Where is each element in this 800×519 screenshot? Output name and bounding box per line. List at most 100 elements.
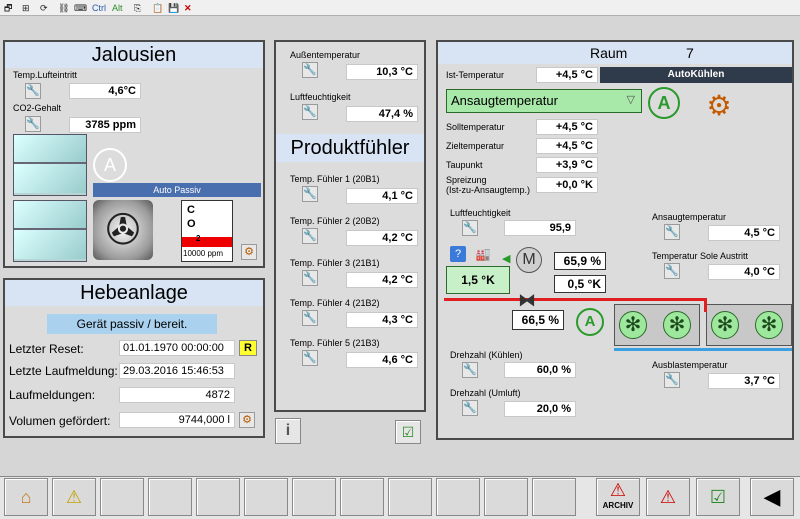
fan-icon: ✻: [711, 311, 739, 339]
back-arrow-icon[interactable]: ◀: [750, 478, 794, 516]
wrench-icon[interactable]: 🔧: [664, 263, 680, 279]
jalousien-title: Jalousien: [5, 42, 263, 68]
alarm-window-icon[interactable]: ⚠: [52, 478, 96, 516]
ist-temperatur-label: Ist-Temperatur: [446, 70, 505, 80]
close-icon[interactable]: ✕: [184, 2, 192, 14]
alt-key[interactable]: Alt: [112, 2, 123, 14]
sensor-select-value: Ansaugtemperatur: [451, 93, 558, 108]
ist-temperatur-value: +4,5 °C: [536, 67, 598, 83]
raum-panel: Raum 7 Ist-Temperatur +4,5 °C AutoKühlen…: [436, 40, 794, 440]
reset-button[interactable]: R: [239, 340, 257, 356]
co2-value: 3785 ppm: [69, 117, 141, 133]
temp-lufteintritt-value: 4,6°C: [69, 83, 141, 99]
factory-icon[interactable]: 🏭: [474, 246, 492, 262]
help-icon[interactable]: ?: [450, 246, 466, 262]
nav-slot-button[interactable]: [484, 478, 528, 516]
copy-icon[interactable]: ⎘: [134, 2, 141, 14]
window-bottom: [13, 200, 87, 262]
auto-mode-icon[interactable]: A: [648, 87, 680, 119]
wrench-icon[interactable]: 🔧: [302, 104, 318, 120]
raum-number: 7: [686, 45, 694, 61]
nav-slot-button[interactable]: [196, 478, 240, 516]
refresh-icon[interactable]: ⟳: [40, 2, 48, 14]
nav-slot-button[interactable]: [100, 478, 144, 516]
ctrl-key[interactable]: Ctrl: [92, 2, 106, 14]
auto-mode-icon[interactable]: A: [576, 308, 604, 336]
aussentemperatur-value: 10,3 °C: [346, 64, 418, 80]
volumen-value: 9744,000 l: [119, 412, 235, 428]
nav-slot-button[interactable]: [532, 478, 576, 516]
info-button[interactable]: i: [275, 418, 301, 444]
spreizung-label: Spreizung: [446, 175, 487, 185]
grid-icon[interactable]: ⊞: [22, 2, 30, 14]
nav-slot-button[interactable]: [148, 478, 192, 516]
sensor-select[interactable]: Ansaugtemperatur ▽: [446, 89, 642, 113]
paste-icon[interactable]: 📋: [152, 2, 163, 14]
laufmeldungen-value: 4872: [119, 387, 235, 403]
archive-button[interactable]: ⚠ ARCHIV: [596, 478, 640, 516]
gear-settings-icon[interactable]: ⚙: [700, 87, 738, 125]
settings-gear-icon[interactable]: ⚙: [239, 412, 255, 428]
alarm-acknowledge-icon[interactable]: ⚠: [646, 478, 690, 516]
motor-icon: M: [516, 247, 542, 273]
keyboard-icon[interactable]: ⌨: [74, 2, 87, 14]
letzte-laufmeldung-value: 29.03.2016 15:46:53: [119, 363, 235, 379]
wrench-icon[interactable]: 🔧: [302, 350, 318, 366]
zieltemperatur-label: Zieltemperatur: [446, 141, 505, 151]
save-icon[interactable]: 💾: [168, 2, 179, 14]
wrench-icon[interactable]: 🔧: [302, 186, 318, 202]
sensor-value: 4,3 °C: [346, 312, 418, 328]
wrench-icon[interactable]: 🔧: [302, 62, 318, 78]
wrench-icon[interactable]: 🔧: [462, 220, 478, 236]
drehzahl-kuehlen-label: Drehzahl (Kühlen): [450, 350, 523, 360]
valve-k2-value: 0,5 °K: [554, 275, 606, 293]
home-icon[interactable]: ⌂: [4, 478, 48, 516]
drehzahl-umluft-label: Drehzahl (Umluft): [450, 388, 521, 398]
sensor-value: 4,1 °C: [346, 188, 418, 204]
wrench-icon[interactable]: 🔧: [302, 228, 318, 244]
nav-slot-button[interactable]: [436, 478, 480, 516]
co2-label: CO2-Gehalt: [13, 103, 62, 113]
sensor-value: 4,2 °C: [346, 272, 418, 288]
nav-slot-button[interactable]: [340, 478, 384, 516]
arrow-left-icon: ◀: [502, 253, 511, 265]
wrench-icon[interactable]: 🔧: [302, 270, 318, 286]
checklist-icon[interactable]: ☑: [395, 420, 421, 444]
co2-gauge: C O 2 10000 ppm: [181, 200, 233, 262]
nav-slot-button[interactable]: [292, 478, 336, 516]
raum-header: Raum 7: [438, 42, 792, 64]
nav-slot-button[interactable]: [388, 478, 432, 516]
temp-lufteintritt-label: Temp.Lufteintritt: [13, 70, 78, 80]
top-toolbar: 🗗 ⊞ ⟳ ⛓ ⌨ Ctrl Alt ⎘ 📋 💾 ✕: [0, 0, 800, 16]
wrench-icon[interactable]: 🔧: [462, 362, 478, 378]
wrench-icon[interactable]: 🔧: [302, 310, 318, 326]
ausblastemperatur-label: Ausblastemperatur: [652, 360, 728, 370]
fan-icon: ✇: [93, 200, 153, 260]
co2-gauge-letter: O: [187, 218, 196, 230]
pipe-red: [444, 298, 704, 301]
valve-k-value: 1,5 °K: [446, 266, 510, 294]
wrench-icon[interactable]: 🔧: [664, 372, 680, 388]
sole-austritt-label: Temperatur Sole Austritt: [652, 251, 749, 261]
settings-gear-icon[interactable]: ⚙: [241, 244, 257, 260]
link-icon[interactable]: ⛓: [58, 2, 69, 14]
middle-panel: Außentemperatur 🔧 10,3 °C Luftfeuchtigke…: [274, 40, 426, 412]
archive-label: ARCHIV: [602, 501, 634, 510]
wrench-icon[interactable]: 🔧: [25, 83, 41, 99]
wrench-icon[interactable]: 🔧: [664, 224, 680, 240]
nav-slot-button[interactable]: [244, 478, 288, 516]
auto-mode-icon[interactable]: A: [93, 148, 127, 182]
checklist-icon[interactable]: ☑: [696, 478, 740, 516]
wrench-icon[interactable]: 🔧: [462, 400, 478, 416]
pipe-red-vertical: [704, 298, 707, 312]
sensor-label: Temp. Fühler 5 (21B3): [290, 338, 380, 348]
luftfeuchtigkeit-label: Luftfeuchtigkeit: [290, 92, 351, 102]
fan-group-1: ✻ ✻: [614, 304, 700, 346]
raum-title: Raum: [590, 45, 628, 61]
sensor-label: Temp. Fühler 3 (21B1): [290, 258, 380, 268]
taupunkt-value: +3,9 °C: [536, 157, 598, 173]
fan-icon: ✻: [619, 311, 647, 339]
wrench-icon[interactable]: 🔧: [25, 116, 41, 132]
properties-icon[interactable]: 🗗: [4, 2, 12, 14]
ansaugtemperatur-label: Ansaugtemperatur: [652, 212, 727, 222]
